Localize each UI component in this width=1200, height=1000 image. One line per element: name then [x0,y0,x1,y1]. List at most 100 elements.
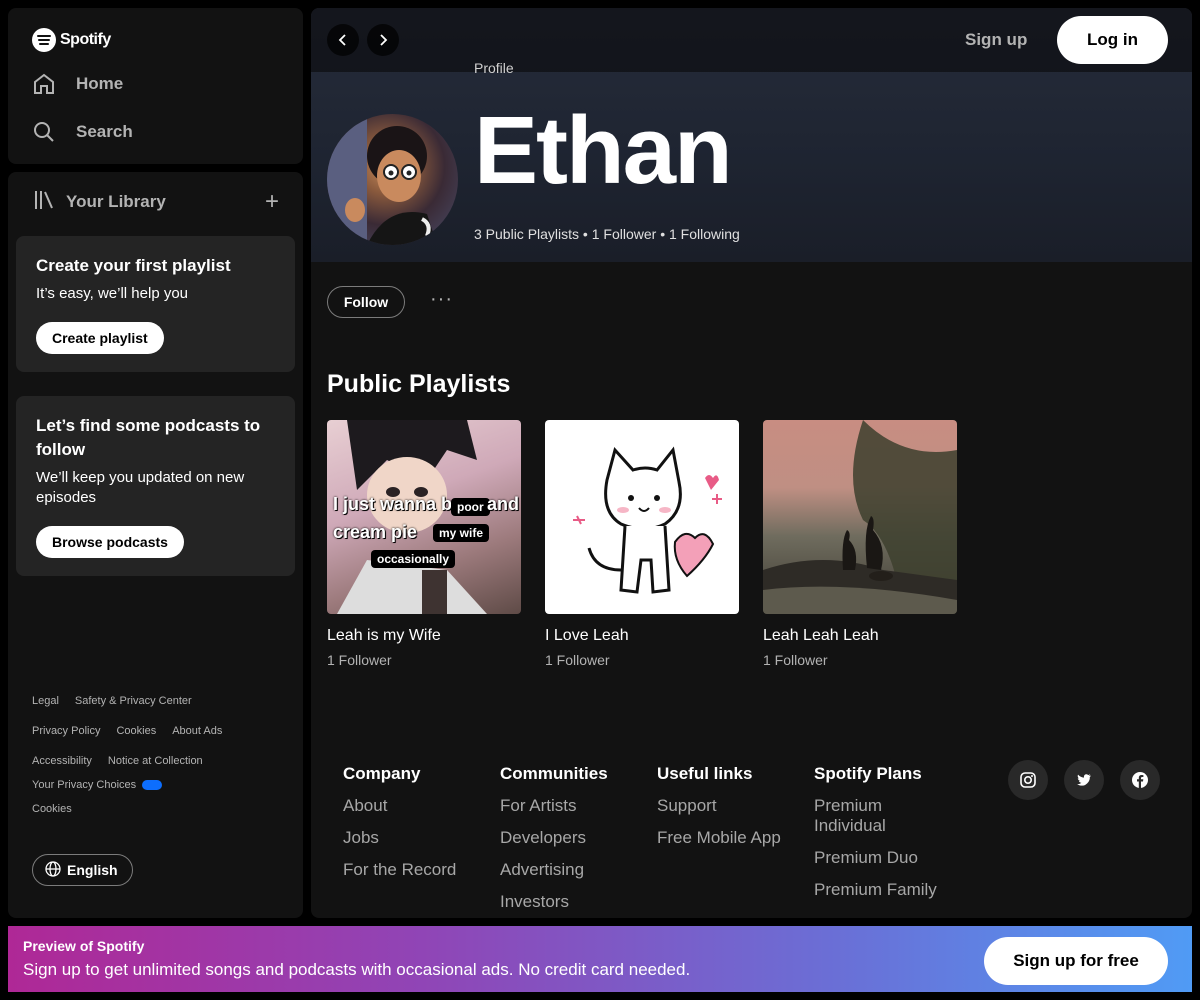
nav-search-label: Search [76,122,133,141]
twitter-icon [1077,774,1091,786]
footer-company: Company About Jobs For the Record [343,764,456,892]
profile-stats: 3 Public Playlists • 1 Follower • 1 Foll… [474,226,740,242]
spotify-wordmark: Spotify [60,31,111,48]
playlist-card[interactable]: I just wanna be poor and cream pie my wi… [327,420,521,668]
profile-avatar [327,114,458,245]
spotify-logo[interactable]: Spotify [32,28,111,52]
nav-search[interactable]: Search [32,120,133,144]
legal-link[interactable]: Legal [32,695,59,707]
footer-communities-title: Communities [500,764,608,783]
footer-useful-title: Useful links [657,764,753,783]
follow-button[interactable]: Follow [327,286,405,318]
footer-plans-title: Spotify Plans [814,764,922,783]
playlist-followers: 1 Follower [545,652,610,668]
forward-button[interactable] [367,24,399,56]
footer-link-premium-duo[interactable]: Premium Duo [814,848,954,868]
privacy-policy-link[interactable]: Privacy Policy [32,725,100,737]
playlist-name: Leah Leah Leah [763,627,879,644]
playlist-card[interactable]: I Love Leah 1 Follower [545,420,739,668]
playlist-cover: I just wanna be poor and cream pie my wi… [327,420,521,614]
instagram-button[interactable] [1008,760,1048,800]
playlist-cover [763,420,957,614]
playlist-followers: 1 Follower [763,652,828,668]
accessibility-link[interactable]: Accessibility [32,755,92,767]
chevron-left-icon [338,34,346,46]
playlist-name: I Love Leah [545,627,629,644]
geese-photo [763,420,957,614]
cover-illustration [337,420,487,614]
create-playlist-card: Create your first playlist It’s easy, we… [16,236,295,372]
footer-company-title: Company [343,764,421,783]
podcasts-card: Let’s find some podcasts to follow We’ll… [16,396,295,576]
footer-link-premium-family[interactable]: Premium Family [814,880,954,900]
privacy-choices-label: Your Privacy Choices [32,779,137,791]
privacy-choices-icon [142,780,163,791]
footer-link-for-artists[interactable]: For Artists [500,796,608,816]
facebook-button[interactable] [1120,760,1160,800]
safety-link[interactable]: Safety & Privacy Center [75,695,192,707]
cover-tag-1: poor [451,498,490,516]
nav-home[interactable]: Home [32,72,123,96]
playlist-card[interactable]: Leah Leah Leah 1 Follower [763,420,957,668]
library-panel: Your Library + Create your first playlis… [8,172,303,918]
footer-link-developers[interactable]: Developers [500,828,608,848]
footer-communities: Communities For Artists Developers Adver… [500,764,608,918]
facebook-icon [1132,772,1148,788]
more-options-icon[interactable]: ··· [430,288,453,311]
globe-icon [45,860,61,880]
language-button[interactable]: English [32,854,133,886]
preview-text: Sign up to get unlimited songs and podca… [23,960,691,979]
podcasts-title: Let’s find some podcasts to follow [36,416,261,459]
public-playlists-title: Public Playlists [327,370,511,398]
footer-link-investors[interactable]: Investors [500,892,608,912]
footer-plans: Spotify Plans Premium Individual Premium… [814,764,954,912]
search-icon [32,120,56,144]
footer-link-advertising[interactable]: Advertising [500,860,608,880]
main-content: Sign up Log in Profile Ethan 3 Public Pl… [311,8,1192,918]
library-title: Your Library [66,192,166,211]
footer-link-support[interactable]: Support [657,796,781,816]
legal-links: Legal Safety & Privacy Center Privacy Po… [32,692,282,830]
sign-up-free-button[interactable]: Sign up for free [984,937,1168,985]
playlist-followers: 1 Follower [327,652,392,668]
library-icon [32,188,56,217]
cookies-link-2[interactable]: Cookies [32,803,72,815]
add-icon[interactable]: + [265,190,279,214]
playlist-name: Leah is my Wife [327,627,441,644]
footer-link-free-mobile-app[interactable]: Free Mobile App [657,828,781,848]
footer-link-jobs[interactable]: Jobs [343,828,456,848]
privacy-choices-link[interactable]: Your Privacy Choices [32,779,163,791]
profile-name: Ethan [474,97,733,204]
cover-caption-1: I just wanna be [333,494,463,514]
home-icon [32,72,56,96]
cover-tag-3: occasionally [371,550,456,568]
nav-home-label: Home [76,74,124,93]
cover-caption-3: cream pie [333,522,418,542]
sign-up-link[interactable]: Sign up [965,30,1027,50]
footer-link-for-the-record[interactable]: For the Record [343,860,456,880]
notice-link[interactable]: Notice at Collection [108,755,203,767]
your-library-button[interactable]: Your Library [32,188,166,217]
cookies-link[interactable]: Cookies [116,725,156,737]
browse-podcasts-button[interactable]: Browse podcasts [36,526,184,558]
language-label: English [67,862,118,878]
sidebar-nav: Spotify Home Search [8,8,303,164]
chevron-right-icon [380,34,388,46]
spotify-logo-icon [32,28,56,52]
playlist-cover [545,420,739,614]
avatar-illustration [327,114,437,245]
create-playlist-text: It’s easy, we’ll help you [36,285,189,302]
create-playlist-button[interactable]: Create playlist [36,322,164,354]
instagram-icon [1020,772,1036,788]
cover-tag-2: my wife [433,524,490,542]
cover-caption-2: and [487,494,520,514]
preview-banner[interactable]: Preview of Spotify Sign up to get unlimi… [8,926,1192,992]
about-ads-link[interactable]: About Ads [172,725,222,737]
footer-link-about[interactable]: About [343,796,456,816]
create-playlist-title: Create your first playlist [36,256,231,275]
preview-title: Preview of Spotify [23,938,145,954]
footer-link-premium-individual[interactable]: Premium Individual [814,796,954,836]
twitter-button[interactable] [1064,760,1104,800]
back-button[interactable] [327,24,359,56]
log-in-button[interactable]: Log in [1057,16,1168,64]
